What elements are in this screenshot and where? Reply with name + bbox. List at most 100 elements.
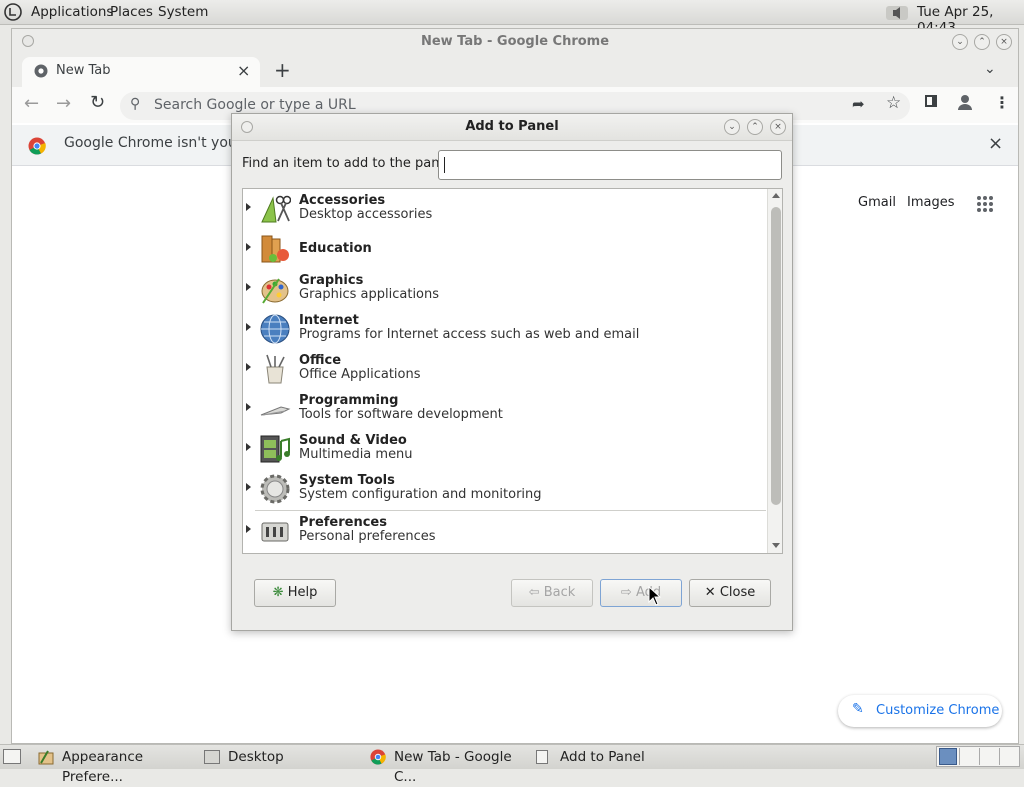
scroll-down-icon[interactable]: [772, 543, 780, 548]
item-name: Internet: [299, 313, 359, 328]
customize-chrome-button[interactable]: ✎ Customize Chrome: [838, 695, 1002, 727]
expander-arrow-icon[interactable]: [246, 243, 251, 251]
expander-arrow-icon[interactable]: [246, 323, 251, 331]
workspace-switcher[interactable]: [936, 746, 1020, 767]
dialog-maximize-icon[interactable]: ⌃: [747, 119, 763, 135]
list-item-accessories[interactable]: Accessories Desktop accessories: [243, 189, 766, 229]
list-item-office[interactable]: Office Office Applications: [243, 349, 766, 389]
expander-arrow-icon[interactable]: [246, 443, 251, 451]
add-icon: ⇨: [620, 585, 632, 600]
menu-places[interactable]: Places: [110, 4, 153, 20]
expander-arrow-icon[interactable]: [246, 283, 251, 291]
omnibox-placeholder: Search Google or type a URL: [154, 97, 356, 113]
appearance-icon: [38, 749, 54, 765]
help-button-label: Help: [287, 585, 318, 600]
menu-applications[interactable]: Applications: [31, 4, 113, 20]
expander-arrow-icon[interactable]: [246, 203, 251, 211]
scroll-up-icon[interactable]: [772, 193, 780, 198]
menu-system[interactable]: System: [158, 4, 208, 20]
item-desc: Tools for software development: [299, 407, 503, 422]
profile-avatar-icon[interactable]: [956, 93, 974, 111]
bookmark-star-icon[interactable]: ☆: [886, 93, 901, 113]
category-list[interactable]: Accessories Desktop accessories Educatio…: [242, 188, 783, 554]
back-button[interactable]: ⇦ Back: [511, 579, 593, 607]
show-desktop-icon[interactable]: [3, 749, 21, 764]
item-desc: Multimedia menu: [299, 447, 413, 462]
close-button[interactable]: ✕ Close: [689, 579, 771, 607]
taskbar-item-chrome[interactable]: New Tab - Google C...: [368, 747, 530, 785]
forward-arrow-icon[interactable]: →: [56, 93, 71, 114]
taskbar-item-appearance[interactable]: Appearance Prefere...: [36, 747, 194, 785]
workspace-1[interactable]: [939, 748, 957, 765]
kebab-menu-icon[interactable]: ⋮: [994, 93, 1010, 112]
item-desc: System configuration and monitoring: [299, 487, 542, 502]
item-desc: Programs for Internet access such as web…: [299, 327, 640, 342]
item-name: Education: [299, 241, 372, 256]
chrome-window-title: New Tab - Google Chrome: [420, 34, 610, 49]
list-item-sound-video[interactable]: Sound & Video Multimedia menu: [243, 429, 766, 469]
close-window-icon[interactable]: ×: [996, 34, 1012, 50]
dialog-titlebar[interactable]: Add to Panel ⌄ ⌃ ×: [232, 114, 792, 141]
window-icon: [536, 750, 548, 764]
list-item-graphics[interactable]: Graphics Graphics applications: [243, 269, 766, 309]
close-button-label: Close: [719, 585, 756, 600]
search-icon: ⚲: [130, 96, 141, 112]
volume-icon[interactable]: [884, 2, 910, 22]
tab-search-chevron-icon[interactable]: ⌄: [984, 61, 996, 77]
item-desc: Personal preferences: [299, 529, 436, 544]
list-item-programming[interactable]: Programming Tools for software developme…: [243, 389, 766, 429]
images-link[interactable]: Images: [907, 195, 955, 210]
sound-video-icon: [259, 433, 291, 465]
expander-arrow-icon[interactable]: [246, 363, 251, 371]
scrollbar-thumb[interactable]: [771, 207, 781, 505]
dialog-close-icon[interactable]: ×: [770, 119, 786, 135]
expander-arrow-icon[interactable]: [246, 483, 251, 491]
minimize-icon[interactable]: ⌄: [952, 34, 968, 50]
item-name: Graphics: [299, 273, 364, 288]
apps-grid-icon[interactable]: [976, 195, 994, 213]
workspace-divider: [979, 748, 980, 765]
tab-close-icon[interactable]: ×: [237, 61, 250, 80]
reload-icon[interactable]: ↻: [90, 92, 105, 113]
side-panel-icon[interactable]: [925, 95, 937, 107]
item-name: System Tools: [299, 473, 395, 488]
gmail-link[interactable]: Gmail: [858, 195, 896, 210]
list-item-education[interactable]: Education: [243, 229, 766, 269]
chrome-titlebar[interactable]: New Tab - Google Chrome ⌄ ⌃ ×: [12, 29, 1018, 55]
customize-chrome-label: Customize Chrome: [876, 703, 1000, 718]
back-arrow-icon[interactable]: ←: [24, 93, 39, 114]
find-input[interactable]: [438, 150, 782, 180]
expander-arrow-icon[interactable]: [246, 525, 251, 533]
add-to-panel-dialog: Add to Panel ⌄ ⌃ × Find an item to add t…: [231, 113, 793, 631]
preferences-icon: [259, 515, 291, 547]
find-label: Find an item to add to the panel:: [242, 156, 456, 171]
taskbar-item-add-to-panel[interactable]: Add to Panel: [534, 747, 694, 767]
item-desc: Office Applications: [299, 367, 421, 382]
add-button[interactable]: ⇨ Add: [600, 579, 682, 607]
close-icon: ✕: [704, 585, 716, 600]
list-scrollbar[interactable]: [767, 189, 782, 553]
internet-globe-icon: [259, 313, 291, 345]
maximize-icon[interactable]: ⌃: [974, 34, 990, 50]
distro-logo-icon[interactable]: [4, 3, 22, 21]
share-icon[interactable]: ➦: [852, 95, 865, 113]
workspace-divider: [999, 748, 1000, 765]
tab-new-tab[interactable]: New Tab ×: [22, 57, 260, 87]
back-button-label: Back: [543, 585, 576, 600]
chrome-favicon-icon: [34, 64, 48, 78]
help-button[interactable]: ❋ Help: [254, 579, 336, 607]
taskbar-item-desktop[interactable]: Desktop: [202, 747, 352, 767]
new-tab-button[interactable]: +: [274, 58, 291, 82]
top-panel: Applications Places System Tue Apr 25, 0…: [0, 0, 1024, 36]
list-item-preferences[interactable]: Preferences Personal preferences: [243, 511, 766, 551]
chrome-logo-icon: [28, 137, 46, 155]
bottom-panel: Appearance Prefere... Desktop New Tab - …: [0, 744, 1024, 785]
list-item-system-tools[interactable]: System Tools System configuration and mo…: [243, 469, 766, 509]
infobar-close-icon[interactable]: ×: [988, 133, 1003, 154]
expander-arrow-icon[interactable]: [246, 403, 251, 411]
help-icon: ❋: [272, 585, 284, 600]
back-icon: ⇦: [528, 585, 540, 600]
dialog-minimize-icon[interactable]: ⌄: [724, 119, 740, 135]
list-item-internet[interactable]: Internet Programs for Internet access su…: [243, 309, 766, 349]
task-label: Desktop: [228, 749, 284, 765]
